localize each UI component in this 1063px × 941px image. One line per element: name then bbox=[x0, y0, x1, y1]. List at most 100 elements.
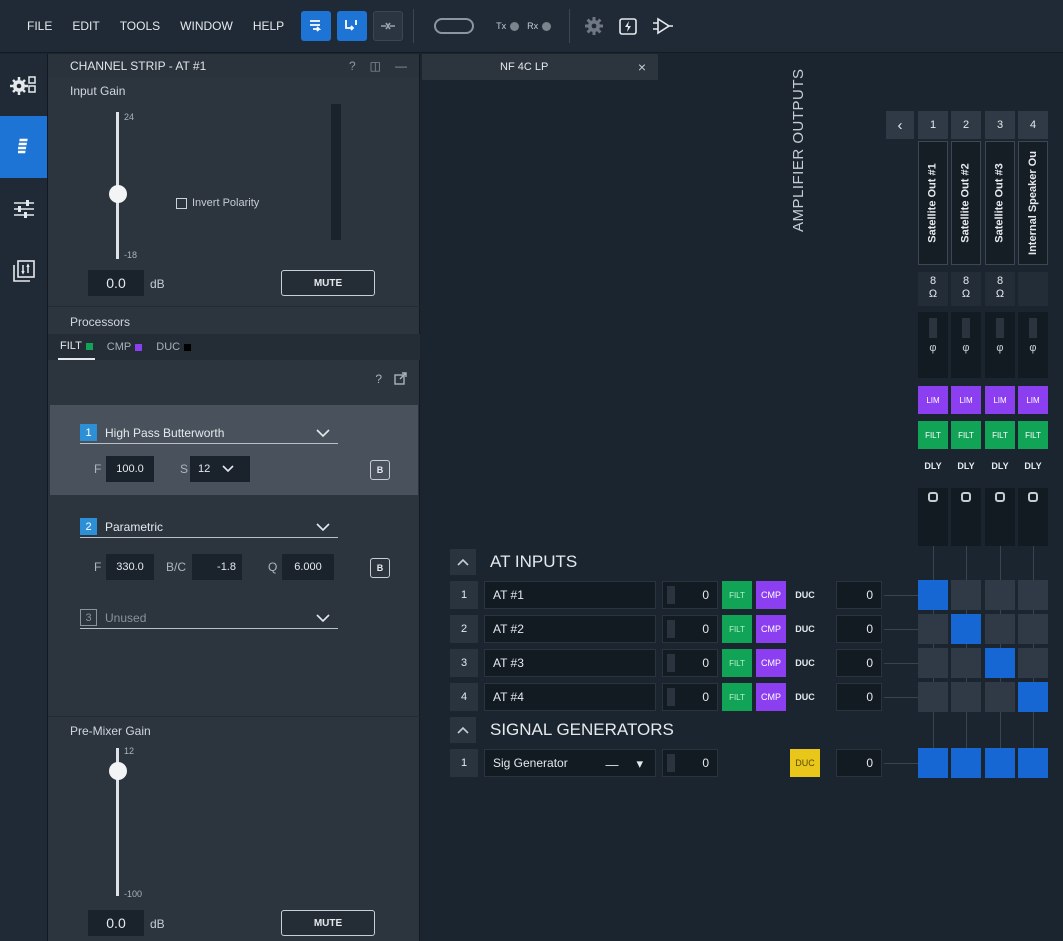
duc-button[interactable]: DUC bbox=[790, 749, 820, 777]
band-2-bypass-button[interactable]: B bbox=[370, 558, 390, 578]
duc-button[interactable]: DUC bbox=[790, 581, 820, 609]
cmp-button[interactable]: CMP bbox=[756, 615, 786, 643]
input-name-field[interactable]: AT #2 bbox=[484, 615, 656, 643]
output-filt-button-3[interactable]: FILT bbox=[985, 421, 1015, 449]
help-button[interactable]: ? bbox=[349, 59, 356, 73]
rail-device-config[interactable] bbox=[0, 54, 47, 116]
rail-presets[interactable] bbox=[0, 240, 47, 302]
output-dly-button-3[interactable]: DLY bbox=[985, 452, 1015, 480]
processor-help-button[interactable]: ? bbox=[375, 372, 382, 386]
menu-tools[interactable]: TOOLS bbox=[117, 15, 163, 37]
output-filt-button-2[interactable]: FILT bbox=[951, 421, 981, 449]
output-number-4[interactable]: 4 bbox=[1018, 111, 1048, 139]
pre-mixer-gain-value[interactable]: 0.0 bbox=[88, 910, 144, 936]
output-dly-button-1[interactable]: DLY bbox=[918, 452, 948, 480]
tab-filt[interactable]: FILT bbox=[58, 334, 95, 360]
crosspoint[interactable] bbox=[918, 648, 948, 678]
filt-button[interactable]: FILT bbox=[722, 615, 752, 643]
output-lim-button-2[interactable]: LIM bbox=[951, 386, 981, 414]
cmp-button[interactable]: CMP bbox=[756, 581, 786, 609]
input-gain-field[interactable]: 0 bbox=[662, 615, 718, 643]
crosspoint[interactable] bbox=[1018, 614, 1048, 644]
filter-band-3[interactable]: 3 Unused bbox=[50, 602, 418, 642]
crosspoint[interactable] bbox=[918, 580, 948, 610]
pre-mixer-mute-button[interactable]: MUTE bbox=[281, 910, 375, 936]
output-name-3[interactable]: Satellite Out #3 bbox=[985, 141, 1015, 265]
output-fader-knob[interactable] bbox=[995, 492, 1005, 502]
output-fader-1[interactable] bbox=[918, 488, 948, 546]
post-gain-field[interactable]: 0 bbox=[836, 581, 882, 609]
filter-band-2[interactable]: 2 Parametric F 330.0 B/C -1.8 Q 6.000 B bbox=[50, 504, 418, 594]
input-gain-value[interactable]: 0.0 bbox=[88, 270, 144, 296]
crosspoint[interactable] bbox=[951, 580, 981, 610]
chevron-down-icon[interactable] bbox=[316, 429, 330, 438]
input-name-field[interactable]: AT #4 bbox=[484, 683, 656, 711]
output-number-3[interactable]: 3 bbox=[985, 111, 1015, 139]
crosspoint[interactable] bbox=[985, 748, 1015, 778]
output-fader-knob[interactable] bbox=[1028, 492, 1038, 502]
band-2-frequency[interactable]: 330.0 bbox=[106, 554, 154, 580]
checkbox-box[interactable] bbox=[176, 197, 187, 209]
popout-icon[interactable] bbox=[394, 372, 407, 385]
crosspoint[interactable] bbox=[1018, 648, 1048, 678]
crosspoint[interactable] bbox=[985, 580, 1015, 610]
dock-icon[interactable]: ◫ bbox=[370, 59, 381, 73]
input-gain-field[interactable]: 0 bbox=[662, 581, 718, 609]
output-name-2[interactable]: Satellite Out #2 bbox=[951, 141, 981, 265]
output-lim-button-3[interactable]: LIM bbox=[985, 386, 1015, 414]
chevron-down-icon[interactable] bbox=[316, 523, 330, 532]
document-tab[interactable]: NF 4C LP × bbox=[422, 54, 658, 80]
rail-channel-strip[interactable] bbox=[0, 116, 47, 178]
amplifier-button[interactable] bbox=[652, 16, 674, 36]
output-fader-knob[interactable] bbox=[961, 492, 971, 502]
input-gain-knob[interactable] bbox=[109, 185, 127, 203]
band-3-title[interactable]: 3 Unused bbox=[80, 609, 146, 626]
filt-button[interactable]: FILT bbox=[722, 683, 752, 711]
filter-band-1[interactable]: 1 High Pass Butterworth F 100.0 S 12 B bbox=[50, 405, 418, 495]
output-name-1[interactable]: Satellite Out #1 bbox=[918, 141, 948, 265]
connect-button[interactable] bbox=[301, 11, 332, 41]
flash-button[interactable] bbox=[618, 16, 638, 36]
input-name-field[interactable]: Sig Generator — ▾ bbox=[484, 749, 656, 777]
menu-window[interactable]: WINDOW bbox=[177, 15, 236, 37]
output-fader-3[interactable] bbox=[985, 488, 1015, 546]
post-gain-field[interactable]: 0 bbox=[836, 683, 882, 711]
crosspoint[interactable] bbox=[985, 614, 1015, 644]
band-1-slope-select[interactable]: 12 bbox=[190, 456, 250, 482]
menu-file[interactable]: FILE bbox=[24, 15, 55, 37]
duc-button[interactable]: DUC bbox=[790, 683, 820, 711]
crosspoint[interactable] bbox=[985, 648, 1015, 678]
disconnect-button[interactable] bbox=[373, 11, 404, 41]
input-name-field[interactable]: AT #3 bbox=[484, 649, 656, 677]
at-inputs-collapse-button[interactable] bbox=[450, 549, 476, 575]
output-lim-button-1[interactable]: LIM bbox=[918, 386, 948, 414]
input-name-field[interactable]: AT #1 bbox=[484, 581, 656, 609]
tab-cmp[interactable]: CMP bbox=[105, 334, 144, 360]
crosspoint[interactable] bbox=[918, 682, 948, 712]
output-fader-2[interactable] bbox=[951, 488, 981, 546]
chevron-down-icon[interactable] bbox=[316, 614, 330, 623]
post-gain-field[interactable]: 0 bbox=[836, 749, 882, 777]
crosspoint[interactable] bbox=[951, 748, 981, 778]
output-fader-knob[interactable] bbox=[928, 492, 938, 502]
output-filt-button-1[interactable]: FILT bbox=[918, 421, 948, 449]
sig-generator-type-select[interactable]: — ▾ bbox=[605, 756, 643, 772]
output-number-1[interactable]: 1 bbox=[918, 111, 948, 139]
band-2-boost-cut[interactable]: -1.8 bbox=[192, 554, 242, 580]
crosspoint[interactable] bbox=[918, 748, 948, 778]
outputs-prev-button[interactable]: ‹ bbox=[886, 111, 914, 139]
post-gain-field[interactable]: 0 bbox=[836, 649, 882, 677]
output-number-2[interactable]: 2 bbox=[951, 111, 981, 139]
settings-button[interactable] bbox=[584, 16, 604, 36]
phase-button[interactable]: φ bbox=[985, 342, 1015, 354]
duc-button[interactable]: DUC bbox=[790, 615, 820, 643]
output-fader-4[interactable] bbox=[1018, 488, 1048, 546]
crosspoint[interactable] bbox=[951, 682, 981, 712]
close-icon[interactable]: × bbox=[638, 59, 646, 75]
band-1-frequency[interactable]: 100.0 bbox=[106, 456, 154, 482]
input-mute-button[interactable]: MUTE bbox=[281, 270, 375, 296]
rail-mixer[interactable] bbox=[0, 178, 47, 240]
input-gain-field[interactable]: 0 bbox=[662, 683, 718, 711]
filt-button[interactable]: FILT bbox=[722, 649, 752, 677]
output-filt-button-4[interactable]: FILT bbox=[1018, 421, 1048, 449]
